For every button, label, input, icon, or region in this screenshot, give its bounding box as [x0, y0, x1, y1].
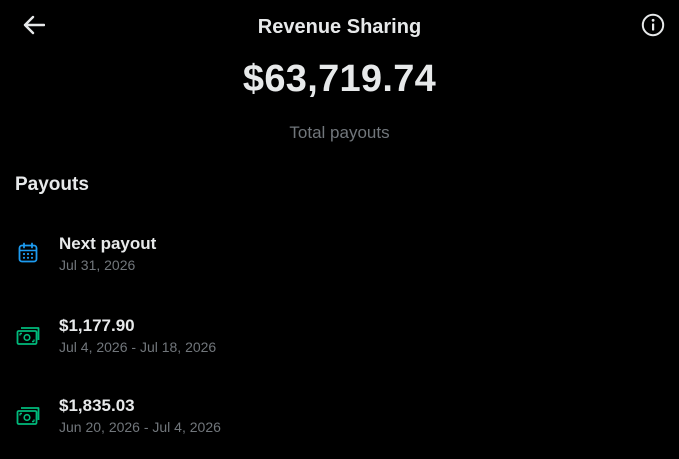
total-payouts-amount: $63,719.74	[242, 58, 437, 100]
payout-amount: $1,177.90	[59, 316, 135, 335]
info-button[interactable]	[637, 11, 669, 43]
calendar-icon	[15, 240, 41, 266]
total-payouts-label: Total payouts	[289, 123, 390, 142]
payout-row[interactable]: $1,835.03 Jun 20, 2026 - Jul 4, 2026	[0, 390, 679, 450]
payout-date-range: Jun 20, 2026 - Jul 4, 2026	[59, 419, 221, 435]
top-bar: Revenue Sharing	[0, 0, 679, 54]
page-title: Revenue Sharing	[257, 16, 422, 38]
payout-title: Next payout	[59, 234, 157, 253]
payout-row-next[interactable]: Next payout Jul 31, 2026	[0, 228, 679, 288]
payouts-heading: Payouts	[15, 174, 89, 195]
payout-row[interactable]: $1,177.90 Jul 4, 2026 - Jul 18, 2026	[0, 310, 679, 370]
cash-icon	[15, 403, 41, 429]
cash-icon	[15, 323, 41, 349]
payout-date-range: Jul 4, 2026 - Jul 18, 2026	[59, 339, 217, 355]
info-circle-icon	[641, 13, 665, 42]
payout-date: Jul 31, 2026	[59, 257, 136, 273]
payout-amount: $1,835.03	[59, 396, 135, 415]
